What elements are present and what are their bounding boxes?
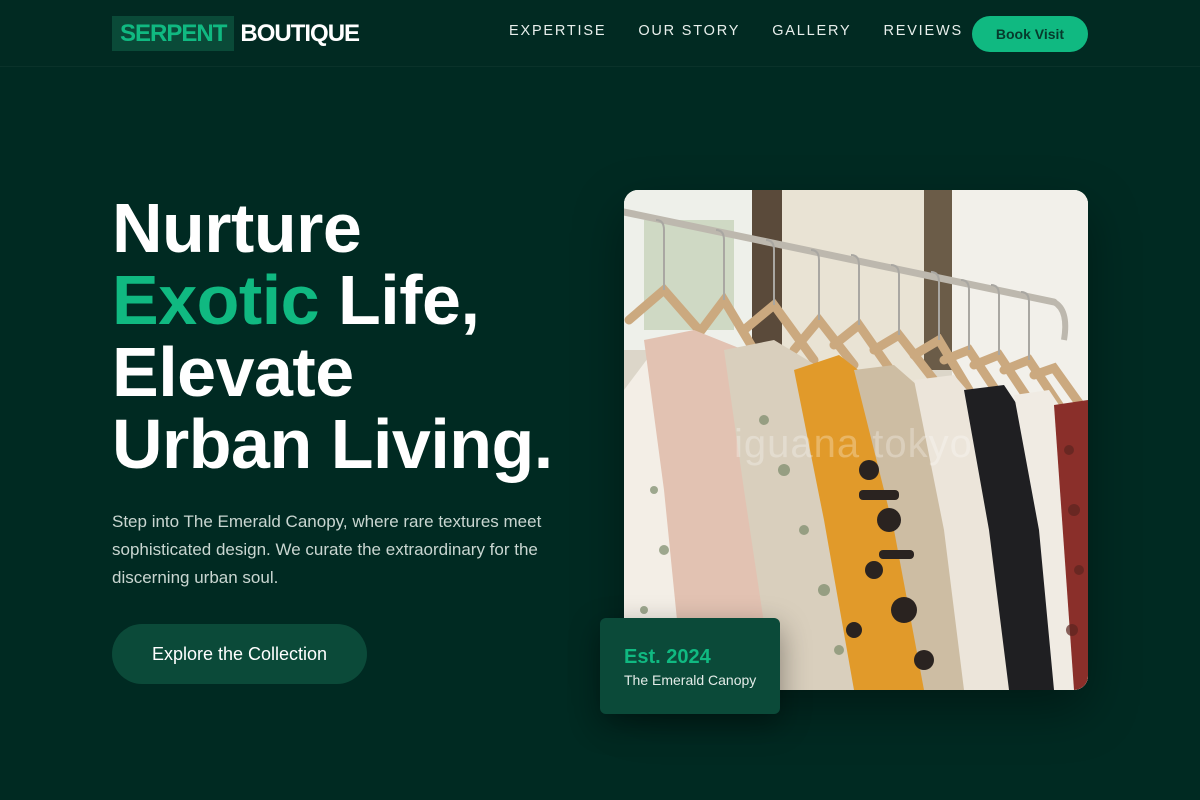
badge-year: Est. 2024 [624, 646, 711, 668]
hero-image: iguana tokyo [624, 190, 1088, 690]
main-nav: EXPERTISE OUR STORY GALLERY REVIEWS [509, 16, 963, 51]
image-watermark: iguana tokyo [734, 422, 973, 466]
logo-text: BOUTIQUE [240, 20, 360, 47]
nav-link-our-story[interactable]: OUR STORY [638, 14, 740, 49]
logo-highlight: SERPENT [112, 16, 235, 51]
hero-headline: Nurture Exotic Life, Elevate Urban Livin… [112, 192, 612, 480]
nav-link-expertise[interactable]: EXPERTISE [509, 14, 606, 49]
headline-line-4: Urban Living. [112, 405, 553, 483]
badge-location: The Emerald Canopy [624, 672, 757, 688]
headline-accent-word: Exotic [112, 261, 320, 339]
headline-line-2-rest: Life, [319, 261, 480, 339]
site-header: SERPENT BOUTIQUE EXPERTISE OUR STORY GAL… [0, 0, 1200, 67]
hero-description: Step into The Emerald Canopy, where rare… [112, 512, 542, 587]
established-badge: Est. 2024 The Emerald Canopy [600, 618, 780, 714]
headline-line-1: Nurture [112, 189, 362, 267]
nav-link-reviews[interactable]: REVIEWS [883, 14, 962, 49]
book-visit-button[interactable]: Book Visit [972, 16, 1088, 52]
nav-link-gallery[interactable]: GALLERY [772, 14, 851, 49]
logo[interactable]: SERPENT BOUTIQUE [112, 16, 360, 51]
explore-collection-button[interactable]: Explore the Collection [112, 624, 367, 684]
headline-line-3: Elevate [112, 333, 354, 411]
